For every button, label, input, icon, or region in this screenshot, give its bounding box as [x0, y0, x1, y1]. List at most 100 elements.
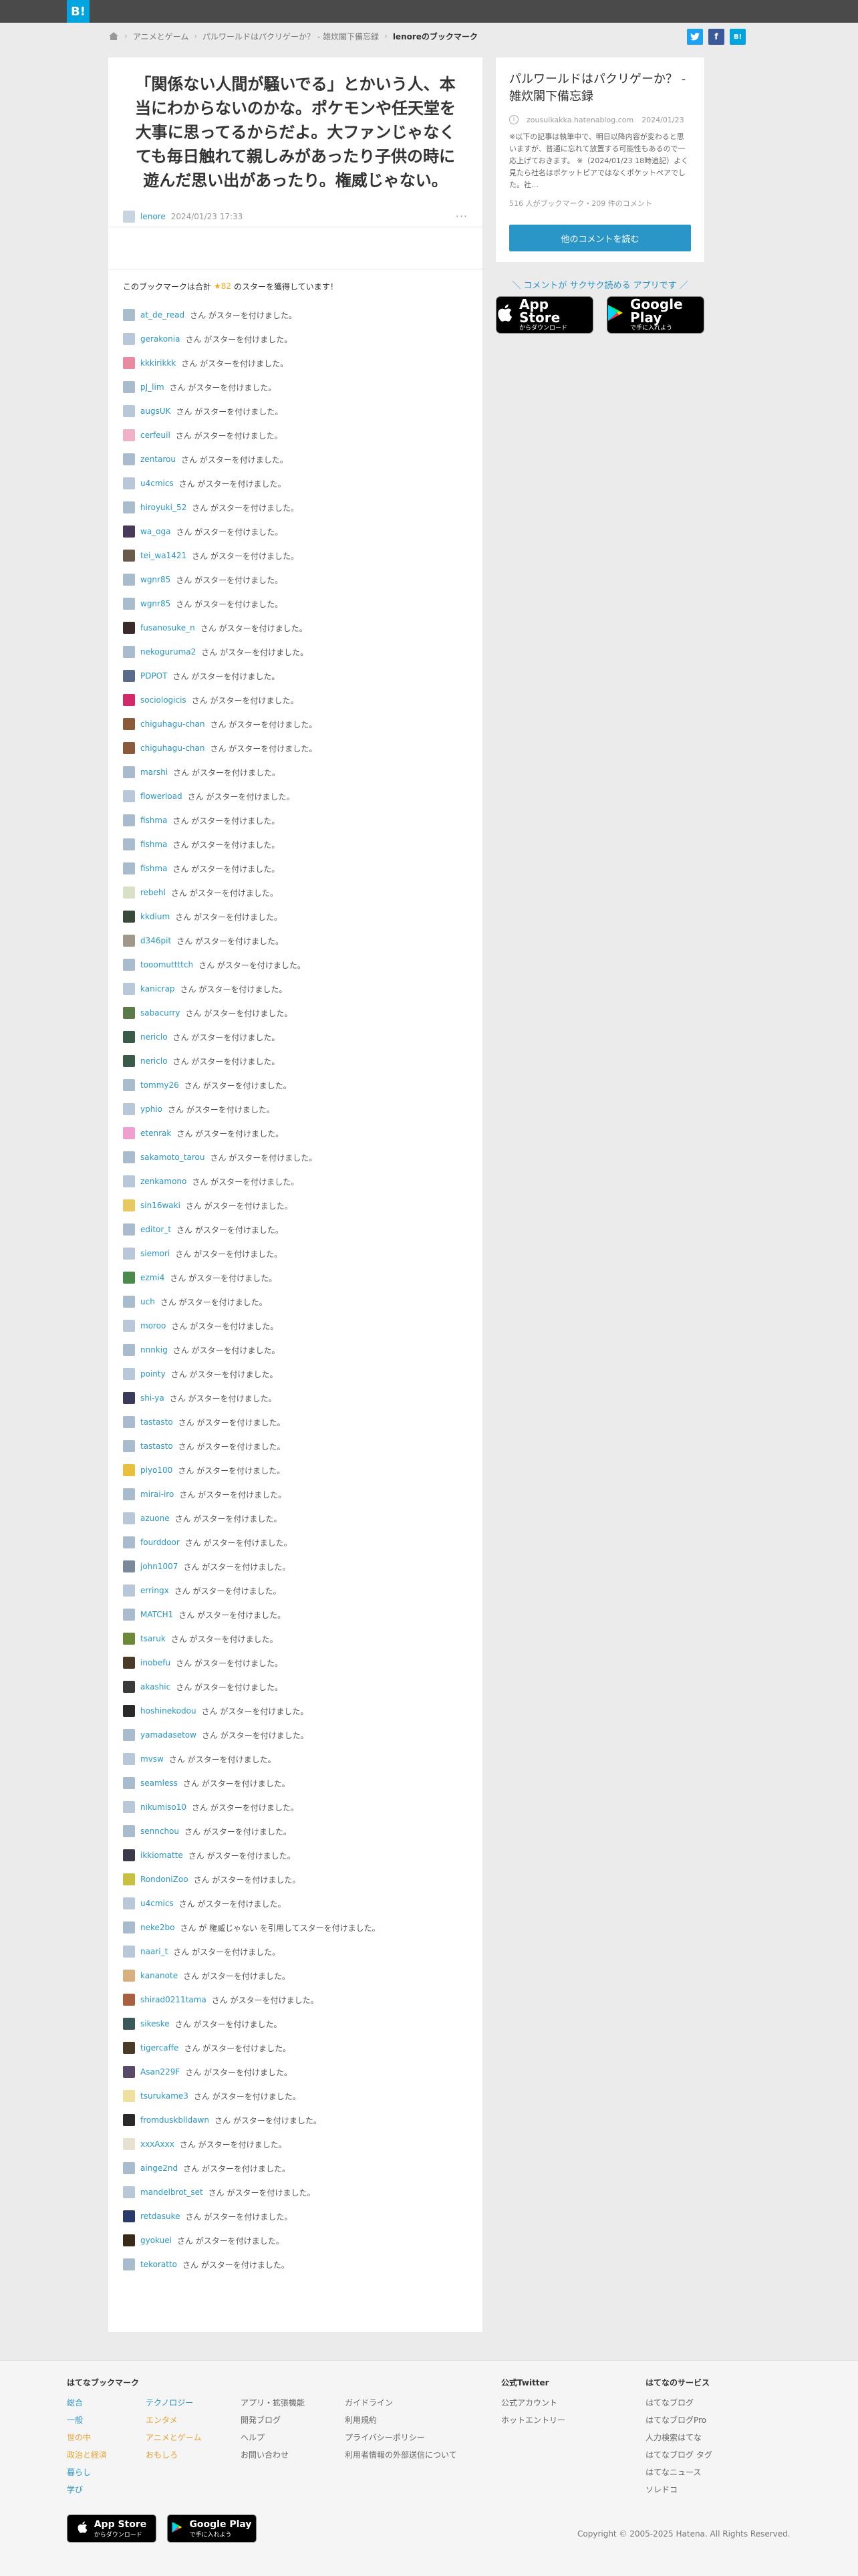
star-user-link[interactable]: moroo [140, 1321, 166, 1330]
hatena-bookmark-logo[interactable]: B! [67, 0, 90, 23]
avatar[interactable] [123, 2018, 135, 2030]
avatar[interactable] [123, 1849, 135, 1861]
star-user-link[interactable]: kkkirikkk [140, 358, 176, 368]
avatar[interactable] [123, 381, 135, 393]
footer-link[interactable]: 総合 [67, 2394, 107, 2412]
star-user-link[interactable]: fishma [140, 864, 167, 873]
star-user-link[interactable]: tastasto [140, 1441, 173, 1451]
avatar[interactable] [123, 2138, 135, 2150]
avatar[interactable] [123, 1223, 135, 1236]
star-user-link[interactable]: wgnr85 [140, 575, 170, 584]
star-user-link[interactable]: retdasuke [140, 2212, 180, 2221]
more-options-icon[interactable]: ··· [456, 210, 468, 223]
avatar[interactable] [123, 429, 135, 441]
avatar[interactable] [123, 1007, 135, 1019]
star-user-link[interactable]: mvsw [140, 1754, 164, 1764]
avatar[interactable] [123, 1079, 135, 1091]
star-user-link[interactable]: gerakonia [140, 334, 180, 344]
star-user-link[interactable]: ezmi4 [140, 1273, 164, 1282]
app-store-button[interactable]: App Store からダウンロード [496, 296, 593, 334]
avatar[interactable] [123, 2162, 135, 2174]
avatar[interactable] [123, 983, 135, 995]
avatar[interactable] [123, 550, 135, 562]
avatar[interactable] [123, 2234, 135, 2246]
avatar[interactable] [123, 1464, 135, 1476]
star-user-link[interactable]: sin16waki [140, 1201, 180, 1210]
avatar[interactable] [123, 887, 135, 899]
footer-link[interactable]: 政治と経済 [67, 2446, 107, 2464]
star-user-link[interactable]: sakamoto_tarou [140, 1153, 204, 1162]
facebook-share-icon[interactable]: f [708, 29, 724, 45]
avatar[interactable] [123, 501, 135, 513]
star-user-link[interactable]: d346pit [140, 936, 171, 945]
avatar[interactable] [123, 622, 135, 634]
star-user-link[interactable]: siemori [140, 1249, 170, 1258]
star-user-link[interactable]: chiguhagu-chan [140, 719, 204, 729]
avatar[interactable] [123, 357, 135, 369]
star-user-link[interactable]: editor_t [140, 1225, 171, 1234]
star-user-link[interactable]: nericlo [140, 1056, 168, 1066]
comment-user[interactable]: lenore [140, 212, 166, 221]
avatar[interactable] [123, 1633, 135, 1645]
avatar[interactable] [123, 742, 135, 754]
footer-link[interactable]: エンタメ [146, 2412, 201, 2429]
star-user-link[interactable]: tastasto [140, 1417, 173, 1427]
avatar[interactable] [123, 1609, 135, 1621]
home-icon[interactable] [108, 31, 119, 41]
avatar[interactable] [123, 862, 135, 874]
avatar[interactable] [123, 2066, 135, 2078]
footer-link[interactable]: アプリ・拡張機能 [241, 2394, 305, 2412]
footer-link[interactable]: 暮らし [67, 2464, 107, 2481]
star-user-link[interactable]: kanicrap [140, 984, 175, 993]
star-user-link[interactable]: wa_oga [140, 527, 170, 536]
footer-link[interactable]: ガイドライン [345, 2394, 457, 2412]
avatar[interactable] [123, 1392, 135, 1404]
footer-app-store-button[interactable]: App Store からダウンロード [67, 2514, 156, 2543]
star-user-link[interactable]: inobefu [140, 1658, 170, 1667]
avatar[interactable] [123, 477, 135, 489]
star-user-link[interactable]: at_de_read [140, 310, 184, 320]
star-user-link[interactable]: pointy [140, 1369, 166, 1379]
footer-link[interactable]: おもしろ [146, 2446, 201, 2464]
star-user-link[interactable]: rebehl [140, 888, 166, 897]
star-user-link[interactable]: nnnkig [140, 1345, 168, 1355]
star-user-link[interactable]: john1007 [140, 1562, 178, 1571]
avatar[interactable] [123, 1873, 135, 1885]
avatar[interactable] [123, 1970, 135, 1982]
avatar[interactable] [123, 1657, 135, 1669]
avatar[interactable] [123, 959, 135, 971]
star-user-link[interactable]: fusanosuke_n [140, 623, 195, 632]
avatar[interactable] [123, 2258, 135, 2270]
star-user-link[interactable]: u4cmics [140, 1899, 174, 1908]
avatar[interactable] [123, 1151, 135, 1163]
footer-link[interactable]: お問い合わせ [241, 2446, 305, 2464]
star-user-link[interactable]: MATCH1 [140, 1610, 173, 1619]
footer-link[interactable]: プライバシーポリシー [345, 2429, 457, 2446]
avatar[interactable] [123, 935, 135, 947]
avatar[interactable] [123, 1055, 135, 1067]
avatar[interactable] [123, 1681, 135, 1693]
star-user-link[interactable]: fourddoor [140, 1538, 180, 1547]
star-user-link[interactable]: naari_t [140, 1947, 168, 1956]
star-user-link[interactable]: neke2bo [140, 1923, 175, 1932]
star-user-link[interactable]: hiroyuki_52 [140, 503, 186, 512]
avatar[interactable] [123, 405, 135, 417]
footer-link[interactable]: 世の中 [67, 2429, 107, 2446]
footer-link[interactable]: はてなブログ [646, 2394, 712, 2412]
star-user-link[interactable]: seamless [140, 1778, 178, 1788]
star-user-link[interactable]: Asan229F [140, 2067, 180, 2077]
star-user-link[interactable]: nericlo [140, 1032, 168, 1042]
star-user-link[interactable]: fishma [140, 816, 167, 825]
avatar[interactable] [123, 2090, 135, 2102]
footer-link[interactable]: 開発ブログ [241, 2412, 305, 2429]
twitter-share-icon[interactable] [687, 29, 703, 45]
hatena-share-icon[interactable]: B! [730, 29, 746, 45]
star-user-link[interactable]: ikkiomatte [140, 1851, 183, 1860]
footer-link[interactable]: 学び [67, 2481, 107, 2498]
footer-link[interactable]: 利用規約 [345, 2412, 457, 2429]
avatar[interactable] [123, 1103, 135, 1115]
avatar[interactable] [123, 1512, 135, 1524]
star-user-link[interactable]: zenkamono [140, 1177, 186, 1186]
avatar[interactable] [123, 333, 135, 345]
avatar[interactable] [123, 1488, 135, 1500]
